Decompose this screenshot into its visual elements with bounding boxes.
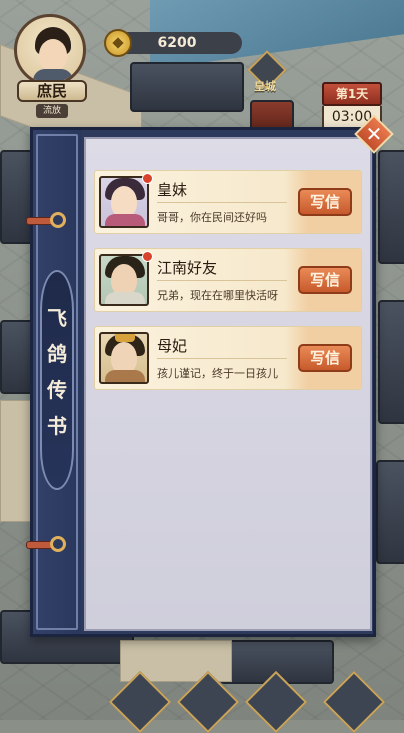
coin-icon: [104, 29, 132, 57]
write-letter-button[interactable]: 写信: [298, 188, 352, 216]
letter-item[interactable]: 江南好友 兄弟，现在在哪里快活呀 写信: [94, 248, 362, 312]
letter-item[interactable]: 皇妹 哥哥，你在民间还好吗 写信: [94, 170, 362, 234]
dialog-title: 飞 鸽 传 书: [40, 300, 74, 444]
day-label: 第1天: [322, 82, 382, 106]
title-char: 飞: [47, 306, 67, 330]
title-char: 鸽: [47, 342, 67, 366]
divider: [157, 202, 287, 203]
status-tag: 流放: [36, 104, 68, 118]
contact-name: 母妃: [157, 337, 188, 355]
divider: [157, 358, 287, 359]
title-char: 书: [47, 414, 67, 438]
close-icon[interactable]: ✕: [360, 120, 388, 148]
title-char: 传: [47, 378, 67, 402]
letter-item[interactable]: 母妃 孩儿谨记，终于一日孩儿 写信: [94, 326, 362, 390]
unread-dot: [142, 251, 153, 262]
building-roof: [130, 62, 244, 112]
contact-name: 江南好友: [157, 259, 218, 277]
building-roof: [378, 150, 404, 264]
contact-portrait: [99, 176, 149, 228]
contact-name: 皇妹: [157, 181, 188, 199]
building-roof: [376, 460, 404, 564]
palace-label: 皇城: [254, 80, 276, 93]
contact-portrait: [99, 254, 149, 306]
divider: [157, 280, 287, 281]
palace-marker[interactable]: 皇城: [247, 50, 287, 93]
building-roof: [378, 300, 404, 424]
rank-badge: 庶民: [17, 80, 87, 102]
courtyard: [0, 400, 32, 522]
contact-portrait: [99, 332, 149, 384]
scroll-ring: [50, 536, 66, 552]
write-letter-button[interactable]: 写信: [298, 266, 352, 294]
unread-dot: [142, 173, 153, 184]
scroll-ring: [50, 212, 66, 228]
write-letter-button[interactable]: 写信: [298, 344, 352, 372]
player-avatar[interactable]: [14, 14, 86, 86]
